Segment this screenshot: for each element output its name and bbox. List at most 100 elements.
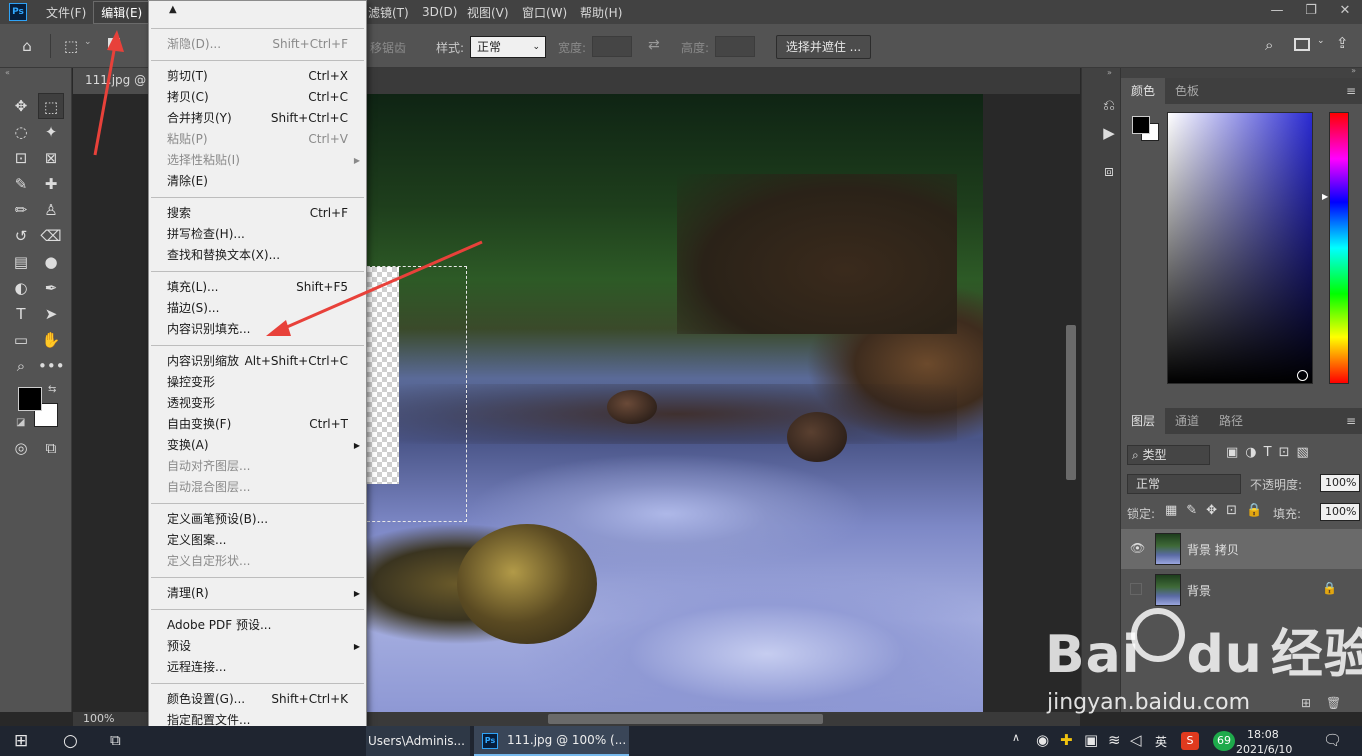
tab-layers[interactable]: 图层 xyxy=(1121,408,1166,434)
volume-icon[interactable]: ◁ xyxy=(1130,731,1142,749)
menu-item[interactable]: 拼写检查(H)... xyxy=(149,224,366,245)
menu-item[interactable]: 合并拷贝(Y) Shift+Ctrl+C xyxy=(149,108,366,129)
sogou-ime-icon[interactable]: S xyxy=(1181,732,1199,750)
tray-expand-icon[interactable]: ∧ xyxy=(1012,731,1020,744)
menu-item[interactable]: 远程连接... xyxy=(149,657,366,678)
restore-button[interactable]: ❐ xyxy=(1294,0,1328,24)
hand-tool-icon[interactable]: ✋ xyxy=(38,327,64,353)
history-brush-tool-icon[interactable]: ↺ xyxy=(8,223,34,249)
clock-date[interactable]: 2021/6/10 xyxy=(1236,743,1292,755)
magic-wand-tool-icon[interactable]: ✦ xyxy=(38,119,64,145)
panel-menu-icon[interactable]: ≡ xyxy=(1209,78,1362,104)
tray-badge[interactable]: 69 xyxy=(1213,731,1235,751)
default-colors-icon[interactable]: ◪ xyxy=(16,417,25,428)
tray-app-icon[interactable]: ◉ xyxy=(1036,731,1049,749)
blur-tool-icon[interactable]: ● xyxy=(38,249,64,275)
menu-edit[interactable]: 编辑(E) xyxy=(93,0,151,24)
zoom-level[interactable]: 100% xyxy=(83,712,114,726)
path-selection-tool-icon[interactable]: ➤ xyxy=(38,301,64,327)
menu-item[interactable]: 自由变换(F) Ctrl+T xyxy=(149,414,366,435)
menu-item[interactable]: 透视变形 xyxy=(149,393,366,414)
brush-tool-icon[interactable]: ✏ xyxy=(8,197,34,223)
swap-colors-icon[interactable]: ⇆ xyxy=(48,384,56,395)
input-language[interactable]: 英 xyxy=(1155,733,1167,750)
collapse-icon[interactable]: » xyxy=(1351,66,1356,75)
collapse-icon[interactable]: » xyxy=(1107,68,1112,77)
new-selection-icon[interactable] xyxy=(108,38,120,50)
width-input[interactable] xyxy=(592,36,632,57)
opacity-input[interactable]: 100% xyxy=(1320,474,1360,492)
menu-item[interactable]: 内容识别填充... xyxy=(149,319,366,340)
taskbar-photoshop[interactable]: Ps 111.jpg @ 100% (... xyxy=(474,726,629,756)
menu-filter[interactable]: 滤镜(T) xyxy=(361,2,416,23)
hue-slider[interactable] xyxy=(1329,112,1349,384)
fill-input[interactable]: 100% xyxy=(1320,503,1360,521)
more-tools-icon[interactable]: ••• xyxy=(38,353,65,379)
pen-tool-icon[interactable]: ✒ xyxy=(38,275,64,301)
menu-item[interactable]: 描边(S)... xyxy=(149,298,366,319)
layer-row[interactable]: 👁 背景 拷贝 xyxy=(1121,529,1362,569)
eyedropper-tool-icon[interactable]: ✎ xyxy=(8,171,34,197)
healing-brush-tool-icon[interactable]: ✚ xyxy=(38,171,64,197)
eraser-tool-icon[interactable]: ⌫ xyxy=(38,223,64,249)
menu-file[interactable]: 文件(F) xyxy=(39,2,93,23)
tab-color[interactable]: 颜色 xyxy=(1121,78,1166,104)
move-tool-icon[interactable]: ✥ xyxy=(8,93,34,119)
layer-row[interactable]: 背景 🔒 xyxy=(1121,570,1362,610)
layer-name[interactable]: 背景 xyxy=(1187,582,1211,599)
vertical-scrollbar[interactable] xyxy=(1066,325,1076,480)
chevron-down-icon[interactable]: ⌄ xyxy=(84,37,92,47)
zoom-tool-icon[interactable]: ⌕ xyxy=(8,353,34,379)
hue-slider-handle[interactable]: ▶ xyxy=(1322,192,1328,201)
color-fg-swatch[interactable] xyxy=(1132,116,1150,134)
task-view-icon[interactable]: ⧉ xyxy=(110,731,121,749)
menu-item[interactable]: 定义图案... xyxy=(149,530,366,551)
collapse-icon[interactable]: « xyxy=(0,68,72,78)
menu-item[interactable]: 操控变形 xyxy=(149,372,366,393)
swap-icon[interactable]: ⇄ xyxy=(648,37,660,53)
layer-filter-icons[interactable]: ▣◑T⊡▧ xyxy=(1226,445,1316,460)
menu-item[interactable]: 剪切(T) Ctrl+X xyxy=(149,66,366,87)
3d-panel-icon[interactable]: ⧈ xyxy=(1096,158,1122,184)
workspace-icon[interactable] xyxy=(1294,38,1310,51)
share-icon[interactable]: ⇪ xyxy=(1336,34,1349,52)
search-icon[interactable]: ○ xyxy=(63,731,78,751)
height-input[interactable] xyxy=(715,36,755,57)
menu-item[interactable]: 搜索 Ctrl+F xyxy=(149,203,366,224)
search-icon[interactable]: ⌕ xyxy=(1265,36,1273,54)
type-tool-icon[interactable]: T xyxy=(8,301,34,327)
windows-start-icon[interactable]: ⊞ xyxy=(14,731,28,751)
menu-window[interactable]: 窗口(W) xyxy=(515,2,574,23)
layer-filter-select[interactable]: ⌕ 类型 xyxy=(1127,445,1210,465)
menu-item[interactable]: Adobe PDF 预设... xyxy=(149,615,366,636)
menu-item[interactable]: 拷贝(C) Ctrl+C xyxy=(149,87,366,108)
selection-marquee[interactable] xyxy=(367,266,467,522)
tray-app-icon[interactable]: ▣ xyxy=(1084,731,1098,749)
minimize-button[interactable]: — xyxy=(1260,0,1294,24)
tray-app-icon[interactable]: ✚ xyxy=(1060,731,1073,749)
dodge-tool-icon[interactable]: ◐ xyxy=(8,275,34,301)
eye-icon[interactable]: 👁 xyxy=(1130,541,1145,555)
crop-tool-icon[interactable]: ⊡ xyxy=(8,145,34,171)
menu-view[interactable]: 视图(V) xyxy=(460,2,516,23)
rect-marquee-preset-icon[interactable]: ⬚ xyxy=(58,33,84,59)
tab-swatches[interactable]: 色板 xyxy=(1165,78,1209,104)
menu-item[interactable]: 变换(A) ▶ xyxy=(149,435,366,456)
tab-paths[interactable]: 路径 xyxy=(1209,408,1253,434)
document-tab[interactable]: 111.jpg @ 1 xyxy=(73,68,149,94)
taskbar-explorer[interactable]: Users\Adminis... xyxy=(366,726,470,756)
menu-item[interactable]: 清理(R) ▶ xyxy=(149,583,366,604)
rectangle-tool-icon[interactable]: ▭ xyxy=(8,327,34,353)
clock-time[interactable]: 18:08 xyxy=(1247,728,1279,741)
color-picker-field[interactable] xyxy=(1167,112,1313,384)
frame-tool-icon[interactable]: ⊠ xyxy=(38,145,64,171)
rect-marquee-tool-icon[interactable]: ⬚ xyxy=(38,93,64,119)
menu-item[interactable]: 查找和替换文本(X)... xyxy=(149,245,366,266)
blend-mode-select[interactable]: 正常 xyxy=(1127,474,1241,494)
tab-channels[interactable]: 通道 xyxy=(1165,408,1209,434)
wifi-icon[interactable]: ≋ xyxy=(1108,731,1121,749)
visibility-toggle[interactable] xyxy=(1130,583,1142,595)
lasso-tool-icon[interactable]: ◌ xyxy=(8,119,34,145)
close-button[interactable]: ✕ xyxy=(1328,0,1362,24)
menu-item[interactable]: 清除(E) xyxy=(149,171,366,192)
